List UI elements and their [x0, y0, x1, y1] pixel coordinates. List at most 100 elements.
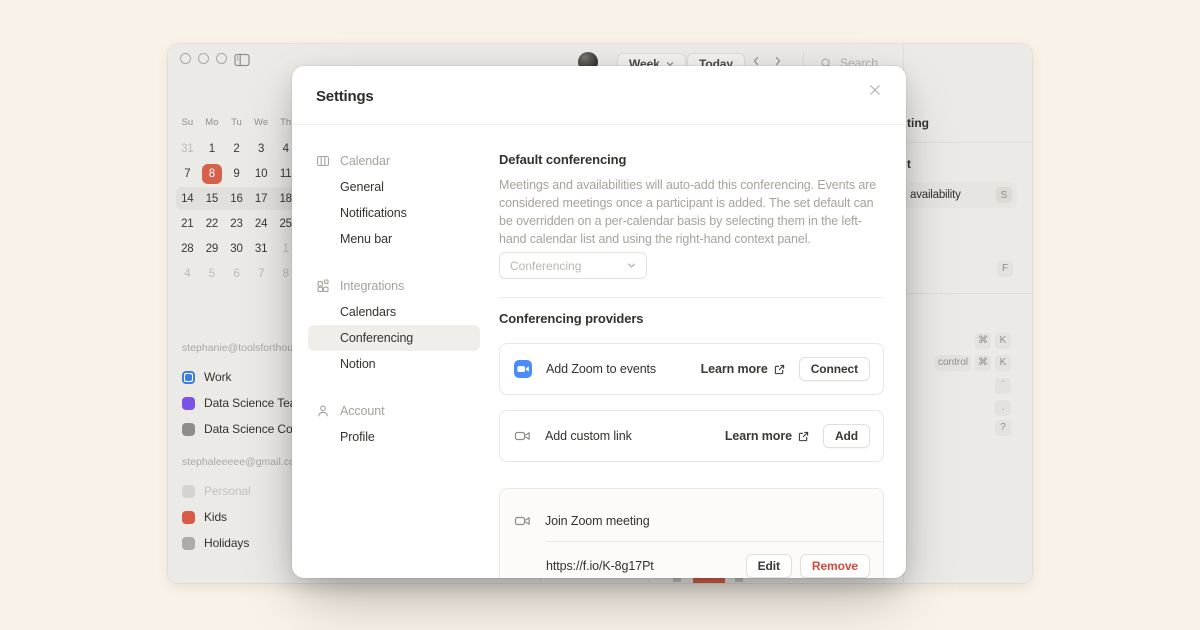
settings-content: Default conferencing Meetings and availa…: [499, 66, 884, 578]
mini-calendar-date-cell[interactable]: 30: [224, 243, 249, 255]
mini-calendar-day-header: Tu: [224, 113, 249, 136]
mini-calendar-date-cell[interactable]: 21: [175, 218, 200, 230]
mini-calendar-date-cell[interactable]: 14: [175, 193, 200, 205]
prev-period-button[interactable]: [752, 56, 760, 66]
calendar-color-checkbox[interactable]: [182, 537, 195, 550]
calendar-event-fragment: [735, 578, 743, 582]
mini-calendar-date-cell[interactable]: 17: [249, 193, 274, 205]
mini-calendar-date-cell[interactable]: 9: [224, 168, 249, 180]
settings-nav-section-header: Account: [308, 398, 480, 424]
calendar-name: Work: [204, 370, 231, 384]
calendar-name: Data Science Core: [204, 422, 303, 436]
calendar-name: Personal: [204, 484, 251, 498]
conferencing-dropdown-placeholder: Conferencing: [510, 259, 581, 273]
settings-nav-section: Account Profile: [308, 398, 480, 450]
settings-nav-section-label: Integrations: [340, 279, 404, 293]
minimize-window-button[interactable]: [198, 53, 209, 64]
mini-calendar-date-cell[interactable]: 1: [200, 143, 225, 155]
mini-calendar-date-cell[interactable]: 16: [224, 193, 249, 205]
settings-nav-item-notion[interactable]: Notion: [308, 351, 480, 377]
calendar-name: Kids: [204, 510, 227, 524]
mini-calendar-day-header: Mo: [200, 113, 225, 136]
mini-calendar-date-cell[interactable]: 23: [224, 218, 249, 230]
shortcut-key: .: [995, 400, 1011, 416]
mini-calendar-date-cell[interactable]: 4: [175, 268, 200, 280]
settings-nav-section-label: Account: [340, 404, 384, 418]
content-divider: [499, 297, 884, 298]
add-button[interactable]: Add: [823, 424, 870, 448]
account-icon: [316, 404, 330, 418]
shortcut-key: ?: [995, 420, 1011, 436]
camera-icon: [514, 428, 531, 444]
next-period-button[interactable]: [774, 56, 782, 66]
mini-calendar-date-cell[interactable]: 7: [175, 168, 200, 180]
chevron-down-icon: [627, 261, 636, 270]
zoom-window-button[interactable]: [216, 53, 227, 64]
conferencing-providers-heading: Conferencing providers: [499, 311, 643, 326]
settings-nav-item-conferencing[interactable]: Conferencing: [308, 325, 480, 351]
shortcut-row: control⌘K: [935, 354, 1011, 371]
availability-button[interactable]: availability S: [904, 182, 1017, 208]
conferencing-dropdown[interactable]: Conferencing: [499, 252, 647, 279]
mini-calendar-date-cell[interactable]: 5: [200, 268, 225, 280]
settings-nav-section: Integrations CalendarsConferencingNotion: [308, 273, 480, 377]
window-controls: [180, 53, 227, 64]
settings-nav-section: Calendar GeneralNotificationsMenu bar: [308, 148, 480, 252]
calendar-color-checkbox[interactable]: [182, 485, 195, 498]
remove-button[interactable]: Remove: [800, 554, 870, 578]
mini-calendar-date-cell[interactable]: 24: [249, 218, 274, 230]
settings-nav-item-calendars[interactable]: Calendars: [308, 299, 480, 325]
mini-calendar-date-cell[interactable]: 6: [224, 268, 249, 280]
calendar-icon: [316, 154, 330, 168]
mini-calendar-date-cell[interactable]: 2: [224, 143, 249, 155]
shortcut-key: K: [995, 355, 1011, 371]
context-panel-section-fragment: t: [907, 159, 911, 171]
settings-nav-item-menu-bar[interactable]: Menu bar: [308, 226, 480, 252]
provider-card-zoom: Add Zoom to events Learn more Connect: [499, 343, 884, 395]
mini-calendar-date-cell[interactable]: 10: [249, 168, 274, 180]
learn-more-link[interactable]: Learn more: [701, 362, 785, 376]
calendar-color-checkbox[interactable]: [182, 397, 195, 410]
learn-more-label: Learn more: [701, 362, 768, 376]
integrations-icon: [316, 279, 330, 293]
mini-calendar-week-row: 1415161718: [175, 186, 301, 211]
mini-calendar-date-cell[interactable]: 31: [175, 143, 200, 155]
mini-calendar-date-cell[interactable]: 15: [200, 193, 225, 205]
mini-calendar-week-row: 282930311: [175, 236, 301, 261]
shortcut-row: enu`: [995, 377, 1011, 394]
default-conferencing-heading: Default conferencing: [499, 152, 626, 167]
meeting-label: Join Zoom meeting: [545, 514, 650, 528]
zoom-icon: [514, 360, 532, 378]
learn-more-link[interactable]: Learn more: [725, 429, 809, 443]
meeting-url: https://f.io/K-8g17Pt: [546, 559, 654, 573]
shortcut-row: ⌘K: [975, 332, 1011, 349]
connect-button[interactable]: Connect: [799, 357, 870, 381]
availability-label: availability: [910, 189, 961, 201]
close-window-button[interactable]: [180, 53, 191, 64]
settings-nav-item-profile[interactable]: Profile: [308, 424, 480, 450]
mini-calendar-date-cell[interactable]: 29: [200, 243, 225, 255]
context-panel: ting t availability S F ⌘Kcontrol⌘Kenu`.…: [903, 44, 1032, 583]
external-link-icon: [774, 364, 785, 375]
settings-nav-item-notifications[interactable]: Notifications: [308, 200, 480, 226]
mini-calendar-date-cell[interactable]: 28: [175, 243, 200, 255]
mini-calendar-date-cell[interactable]: 3: [249, 143, 274, 155]
mini-calendar-date-cell[interactable]: 7: [249, 268, 274, 280]
mini-calendar-date-cell[interactable]: 31: [249, 243, 274, 255]
calendar-color-checkbox[interactable]: [182, 423, 195, 436]
calendar-color-checkbox[interactable]: [182, 511, 195, 524]
mini-calendar-week-row: 2122232425: [175, 211, 301, 236]
mini-calendar-today-cell[interactable]: 8: [200, 168, 225, 180]
provider-label: Add custom link: [545, 429, 632, 443]
shortcut-row: uts?: [995, 419, 1011, 436]
shortcut-key: `: [995, 378, 1011, 394]
settings-nav-section-label: Calendar: [340, 154, 390, 168]
provider-label: Add Zoom to events: [546, 362, 656, 376]
mini-calendar-day-header: Su: [175, 113, 200, 136]
settings-nav-item-general[interactable]: General: [308, 174, 480, 200]
mini-calendar-date-cell[interactable]: 22: [200, 218, 225, 230]
calendar-color-checkbox[interactable]: [182, 371, 195, 384]
sidebar-toggle-icon[interactable]: [234, 53, 250, 67]
edit-button[interactable]: Edit: [746, 554, 792, 578]
mini-calendar-day-headers: SuMoTuWeTh: [175, 113, 301, 136]
